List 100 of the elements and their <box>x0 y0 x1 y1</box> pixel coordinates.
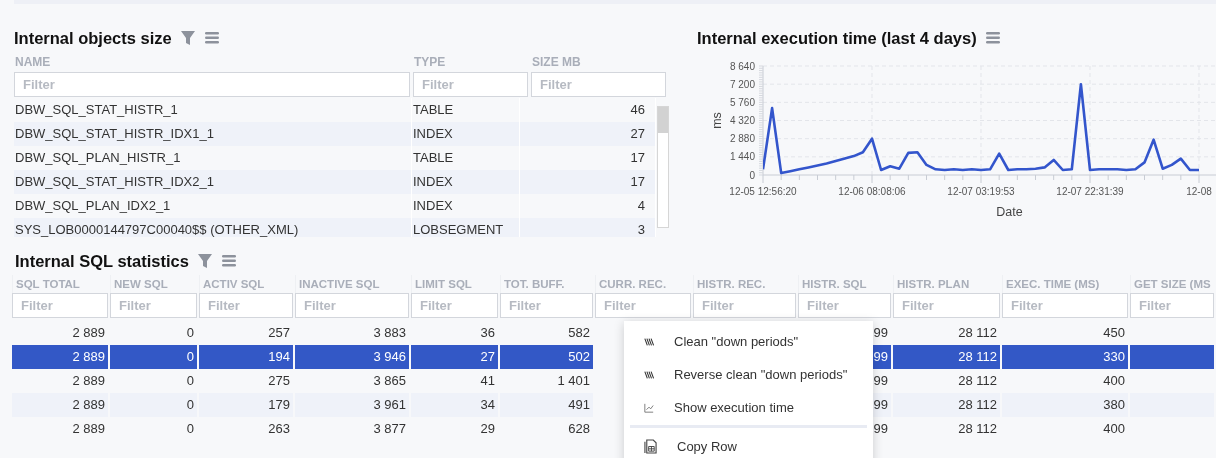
table-cell-text: 28 112 <box>957 324 998 342</box>
tick-label: 12-07 22:31:39 <box>1056 186 1124 197</box>
table-cell: INDEX <box>412 122 520 146</box>
tick-label: 0 <box>749 169 755 181</box>
table-cell: DBW_SQL_STAT_HISTR_IDX2_1 <box>14 170 412 194</box>
table-cell-text: 582 <box>567 324 591 342</box>
table-cell: 0 <box>110 345 197 369</box>
filter-field[interactable]: Filter <box>893 293 1000 318</box>
menu-item[interactable]: Copy Row <box>624 430 873 458</box>
tick-label: 12-07 03:19:53 <box>947 186 1015 197</box>
tick-label: 2 880 <box>729 133 755 145</box>
filter-field[interactable]: Filter <box>199 293 293 318</box>
filter-icon[interactable] <box>196 253 213 269</box>
table-cell: 491 <box>500 393 593 417</box>
tick-label: 7 200 <box>729 78 755 90</box>
table-cell-text: 3 865 <box>372 372 407 390</box>
table-cell: 194 <box>199 345 293 369</box>
table-cell: 28 112 <box>893 393 1000 417</box>
table-cell: 99 <box>873 393 891 417</box>
table-cell: SYS_LOB0000144797C00040$$ (OTHER_XML) <box>14 218 412 237</box>
filter-field[interactable]: Filter <box>14 72 410 97</box>
filter-field[interactable]: Filter <box>413 72 528 97</box>
column-header[interactable]: SIZE MB <box>531 54 666 70</box>
tick-label: 4 320 <box>729 115 755 126</box>
tick-label: 8 640 <box>729 60 755 72</box>
double-slash-icon <box>644 336 654 347</box>
filter-field[interactable]: Filter <box>411 293 498 318</box>
table-cell: 27 <box>520 122 656 146</box>
table-cell: 2 889 <box>12 345 108 369</box>
scrollbar[interactable] <box>657 106 669 228</box>
filter-field[interactable]: Filter <box>1130 293 1214 318</box>
table-cell: 2 889 <box>12 393 108 417</box>
table-cell: 502 <box>500 345 593 369</box>
table-cell-text: 2 889 <box>71 420 106 438</box>
table-cell-text: 41 <box>479 372 496 390</box>
tick-label: 12-06 08:08:06 <box>838 186 906 197</box>
panel-title: Internal objects size <box>14 28 172 48</box>
table-cell-text: 628 <box>567 420 591 438</box>
table-cell-text: 257 <box>267 324 291 342</box>
table-cell-text: 99 <box>873 372 889 390</box>
table-cell-text: 36 <box>479 324 496 342</box>
table-cell: 3 961 <box>295 393 409 417</box>
menu-item[interactable]: Reverse clean "down periods" <box>624 358 873 391</box>
table-cell-text: 3 883 <box>372 324 407 342</box>
chart-icon <box>644 402 654 413</box>
menu-icon[interactable] <box>220 253 237 269</box>
column-header[interactable]: NAME <box>14 54 410 70</box>
table-cell: 0 <box>110 393 197 417</box>
table-cell: 27 <box>411 345 498 369</box>
table-cell-text: 28 112 <box>957 372 998 390</box>
table-cell-text: 29 <box>479 420 496 438</box>
table-cell-text: 0 <box>185 324 195 342</box>
table-cell: 34 <box>411 393 498 417</box>
table-cell: 3 946 <box>295 345 409 369</box>
panel-title: Internal SQL statistics <box>15 251 189 271</box>
table-cell-text: 0 <box>185 372 195 390</box>
document-icon <box>644 439 657 454</box>
table-cell: DBW_SQL_STAT_HISTR_IDX1_1 <box>14 122 412 146</box>
table-cell: 99 <box>873 345 891 369</box>
menu-item[interactable]: Clean "down periods" <box>624 325 873 358</box>
menu-icon[interactable] <box>203 30 220 46</box>
axis-title: ms <box>710 112 724 129</box>
table-cell-text: 275 <box>267 372 291 390</box>
menu-icon[interactable] <box>984 30 1001 46</box>
table-cell: 17 <box>520 170 656 194</box>
table-cell: 380 <box>1002 393 1128 417</box>
filter-field[interactable]: Filter <box>12 293 108 318</box>
table-cell-text: 99 <box>873 420 889 438</box>
filter-field[interactable]: Filter <box>295 293 409 318</box>
scrollbar-thumb[interactable] <box>658 107 668 133</box>
filter-field[interactable]: Filter <box>693 293 796 318</box>
table-cell: 28 112 <box>893 345 1000 369</box>
table-cell-text: 28 112 <box>957 420 998 438</box>
menu-item[interactable]: Show execution time <box>624 391 873 424</box>
filter-field[interactable]: Filter <box>531 72 666 97</box>
filter-field[interactable]: Filter <box>110 293 197 318</box>
column-header[interactable]: TYPE <box>413 54 528 70</box>
table-cell-text: 450 <box>1102 324 1126 342</box>
table-cell-text: 263 <box>267 420 291 438</box>
table-cell-text: 1 401 <box>556 372 591 390</box>
table-cell-text: 2 889 <box>71 372 106 390</box>
filter-field[interactable]: Filter <box>595 293 691 318</box>
filter-field[interactable]: Filter <box>798 293 891 318</box>
table-cell: 330 <box>1002 345 1128 369</box>
filter-icon[interactable] <box>179 30 196 46</box>
table-cell: INDEX <box>412 170 520 194</box>
panel-title: Internal execution time (last 4 days) <box>697 28 977 48</box>
double-slash-icon <box>644 369 654 380</box>
tick-label: 12-05 12:56:20 <box>729 186 797 197</box>
table-cell: 3 <box>520 218 656 237</box>
table-cell: 179 <box>199 393 293 417</box>
table-cell-text: 400 <box>1102 372 1126 390</box>
filter-field[interactable]: Filter <box>1002 293 1128 318</box>
table-cell-text: 0 <box>185 420 195 438</box>
table-cell-text: 3 877 <box>372 420 407 438</box>
table-cell-text: 99 <box>873 324 889 342</box>
table-cell-text: 2 889 <box>71 324 106 342</box>
table-cell: LOBSEGMENT <box>412 218 520 237</box>
filter-field[interactable]: Filter <box>500 293 593 318</box>
axis-title: Date <box>996 205 1023 219</box>
